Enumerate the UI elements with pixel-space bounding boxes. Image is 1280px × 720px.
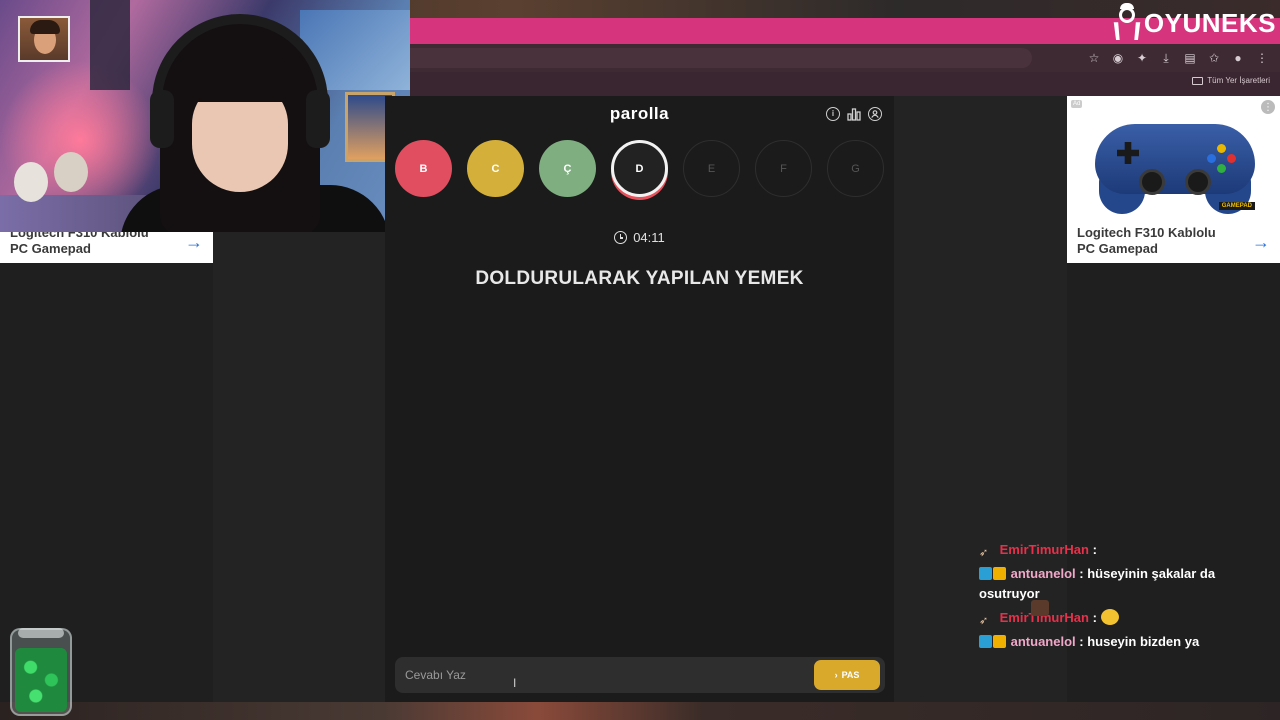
emote-hug-icon <box>1100 609 1119 625</box>
bookmark-star-icon[interactable]: ✩ <box>1206 50 1222 66</box>
parolla-game: parolla i B C Ç D E F G 04:11 DOLDURULAR… <box>385 96 894 702</box>
text-cursor-icon: I <box>513 676 517 690</box>
extension-icon[interactable]: ◉ <box>1110 50 1126 66</box>
crown-badge-icon <box>993 567 1006 580</box>
stream-chat: ➶ EmirTimurHan : antuanelol : hüseyinin … <box>979 540 1239 656</box>
all-bookmarks-button[interactable]: Tüm Yer İşaretleri <box>1192 76 1270 85</box>
chat-username: antuanelol <box>1010 566 1076 581</box>
toolbar-icon-group: ☆ ◉ ✦ ⤓ ▤ ✩ ● ⋮ <box>1086 50 1270 66</box>
header-icon-group: i <box>826 107 882 121</box>
answer-input[interactable] <box>395 657 805 693</box>
chat-text: huseyin bizden ya <box>1087 634 1200 649</box>
stats-icon[interactable] <box>847 107 861 121</box>
answer-bar: › PAS <box>395 657 885 693</box>
letter-c[interactable]: C <box>467 140 524 197</box>
picture-in-picture-cam <box>18 16 70 62</box>
rocket-badge-icon: ➶ <box>979 615 989 627</box>
arrow-right-icon[interactable]: → <box>1252 233 1270 251</box>
letter-e[interactable]: E <box>683 140 740 197</box>
puzzle-icon[interactable]: ✦ <box>1134 50 1150 66</box>
webcam-overlay <box>0 0 410 232</box>
timer-value: 04:11 <box>633 230 665 245</box>
letter-f[interactable]: F <box>755 140 812 197</box>
letter-b[interactable]: B <box>395 140 452 197</box>
stream-background-bottom <box>0 702 1280 720</box>
prime-badge-icon <box>979 567 992 580</box>
streamer-figure <box>120 14 390 232</box>
info-icon[interactable]: i <box>826 107 840 121</box>
chat-username: EmirTimurHan <box>999 542 1089 557</box>
pass-button[interactable]: › PAS <box>814 660 880 690</box>
download-icon[interactable]: ⤓ <box>1158 50 1174 66</box>
chat-separator: : <box>1075 566 1088 581</box>
pass-label: PAS <box>841 670 860 680</box>
reading-list-icon[interactable]: ▤ <box>1182 50 1198 66</box>
chat-message: ➶ EmirTimurHan : <box>979 540 1239 616</box>
crown-badge-icon <box>993 635 1006 648</box>
arrow-right-icon[interactable]: → <box>185 233 203 251</box>
chat-message: ➶ EmirTimurHan : <box>979 608 1239 628</box>
rocket-badge-icon: ➶ <box>979 547 989 559</box>
bookmarks-bar <box>410 72 1280 96</box>
all-bookmarks-label: Tüm Yer İşaretleri <box>1207 76 1270 85</box>
folder-icon <box>1192 76 1204 85</box>
logo-figure-icon <box>1112 3 1142 43</box>
page-title: parolla <box>609 104 670 123</box>
gamepad-image: GAMEPAD <box>1095 114 1255 214</box>
chat-message: antuanelol : huseyin bizden ya <box>979 632 1239 652</box>
chat-username: antuanelol <box>1010 634 1076 649</box>
gamepad-sticker: GAMEPAD <box>1218 202 1255 210</box>
clue-text: DOLDURULARAK YAPILAN YEMEK <box>475 268 804 289</box>
star-icon[interactable]: ☆ <box>1086 50 1102 66</box>
ad-badge: Ad <box>1071 100 1083 108</box>
chat-separator: : <box>1075 634 1088 649</box>
countdown-timer: 04:11 <box>385 230 894 245</box>
address-bar[interactable] <box>410 48 1032 68</box>
chat-message: antuanelol : hüseyinin şakalar da osutru… <box>979 564 1239 604</box>
ad-title: Logitech F310 Kablolu PC Gamepad <box>1077 225 1216 256</box>
letter-cedilla-c[interactable]: Ç <box>539 140 596 197</box>
gem-jar-widget <box>10 628 72 716</box>
letter-d-current[interactable]: D <box>611 140 668 197</box>
emote-face-icon <box>1031 600 1049 616</box>
chat-separator: : <box>1088 610 1101 625</box>
profile-icon[interactable]: ● <box>1230 50 1246 66</box>
user-icon[interactable] <box>868 107 882 121</box>
ad-options-icon[interactable]: ⋮ <box>1261 100 1275 114</box>
prime-badge-icon <box>979 635 992 648</box>
brand-logo: OYUNEKS <box>1112 3 1276 43</box>
clock-icon <box>614 231 628 244</box>
ad-card-right[interactable]: Ad ⋮ GAMEPAD Logitech F310 Kablolu PC Ga… <box>1067 96 1280 263</box>
letter-g[interactable]: G <box>827 140 884 197</box>
chevron-right-icon: › <box>834 670 838 680</box>
menu-icon[interactable]: ⋮ <box>1254 50 1270 66</box>
letter-track: B C Ç D E F G <box>385 140 894 200</box>
logo-text: OYUNEKS <box>1143 7 1276 38</box>
chat-separator: : <box>1088 542 1097 557</box>
